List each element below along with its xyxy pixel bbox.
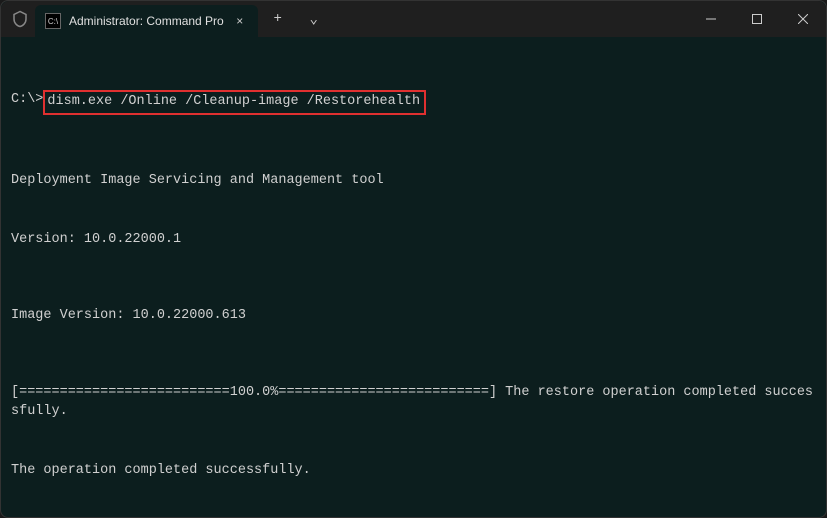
output-line: The operation completed successfully. (11, 461, 816, 481)
tab-close-button[interactable]: × (232, 13, 248, 29)
terminal-output[interactable]: C:\>dism.exe /Online /Cleanup-image /Res… (1, 37, 826, 517)
maximize-button[interactable] (734, 1, 780, 37)
prompt-prefix: C:\> (11, 90, 43, 110)
close-window-button[interactable] (780, 1, 826, 37)
output-line: Image Version: 10.0.22000.613 (11, 306, 816, 326)
titlebar[interactable]: C:\ Administrator: Command Pro × + ⌄ (1, 1, 826, 37)
window-controls (688, 1, 826, 37)
cmd-icon: C:\ (45, 13, 61, 29)
output-line: Version: 10.0.22000.1 (11, 230, 816, 250)
minimize-button[interactable] (688, 1, 734, 37)
prompt-line-1: C:\>dism.exe /Online /Cleanup-image /Res… (11, 90, 816, 115)
terminal-window: C:\ Administrator: Command Pro × + ⌄ C:\… (0, 0, 827, 518)
tab-title: Administrator: Command Pro (69, 14, 224, 28)
command-highlight-dism: dism.exe /Online /Cleanup-image /Restore… (43, 90, 426, 115)
tab-active[interactable]: C:\ Administrator: Command Pro × (35, 5, 258, 37)
tab-dropdown-button[interactable]: ⌄ (298, 3, 330, 35)
shield-icon (11, 10, 29, 28)
output-line: Deployment Image Servicing and Managemen… (11, 171, 816, 191)
progress-line: [==========================100.0%=======… (11, 383, 816, 422)
new-tab-button[interactable]: + (262, 3, 294, 35)
